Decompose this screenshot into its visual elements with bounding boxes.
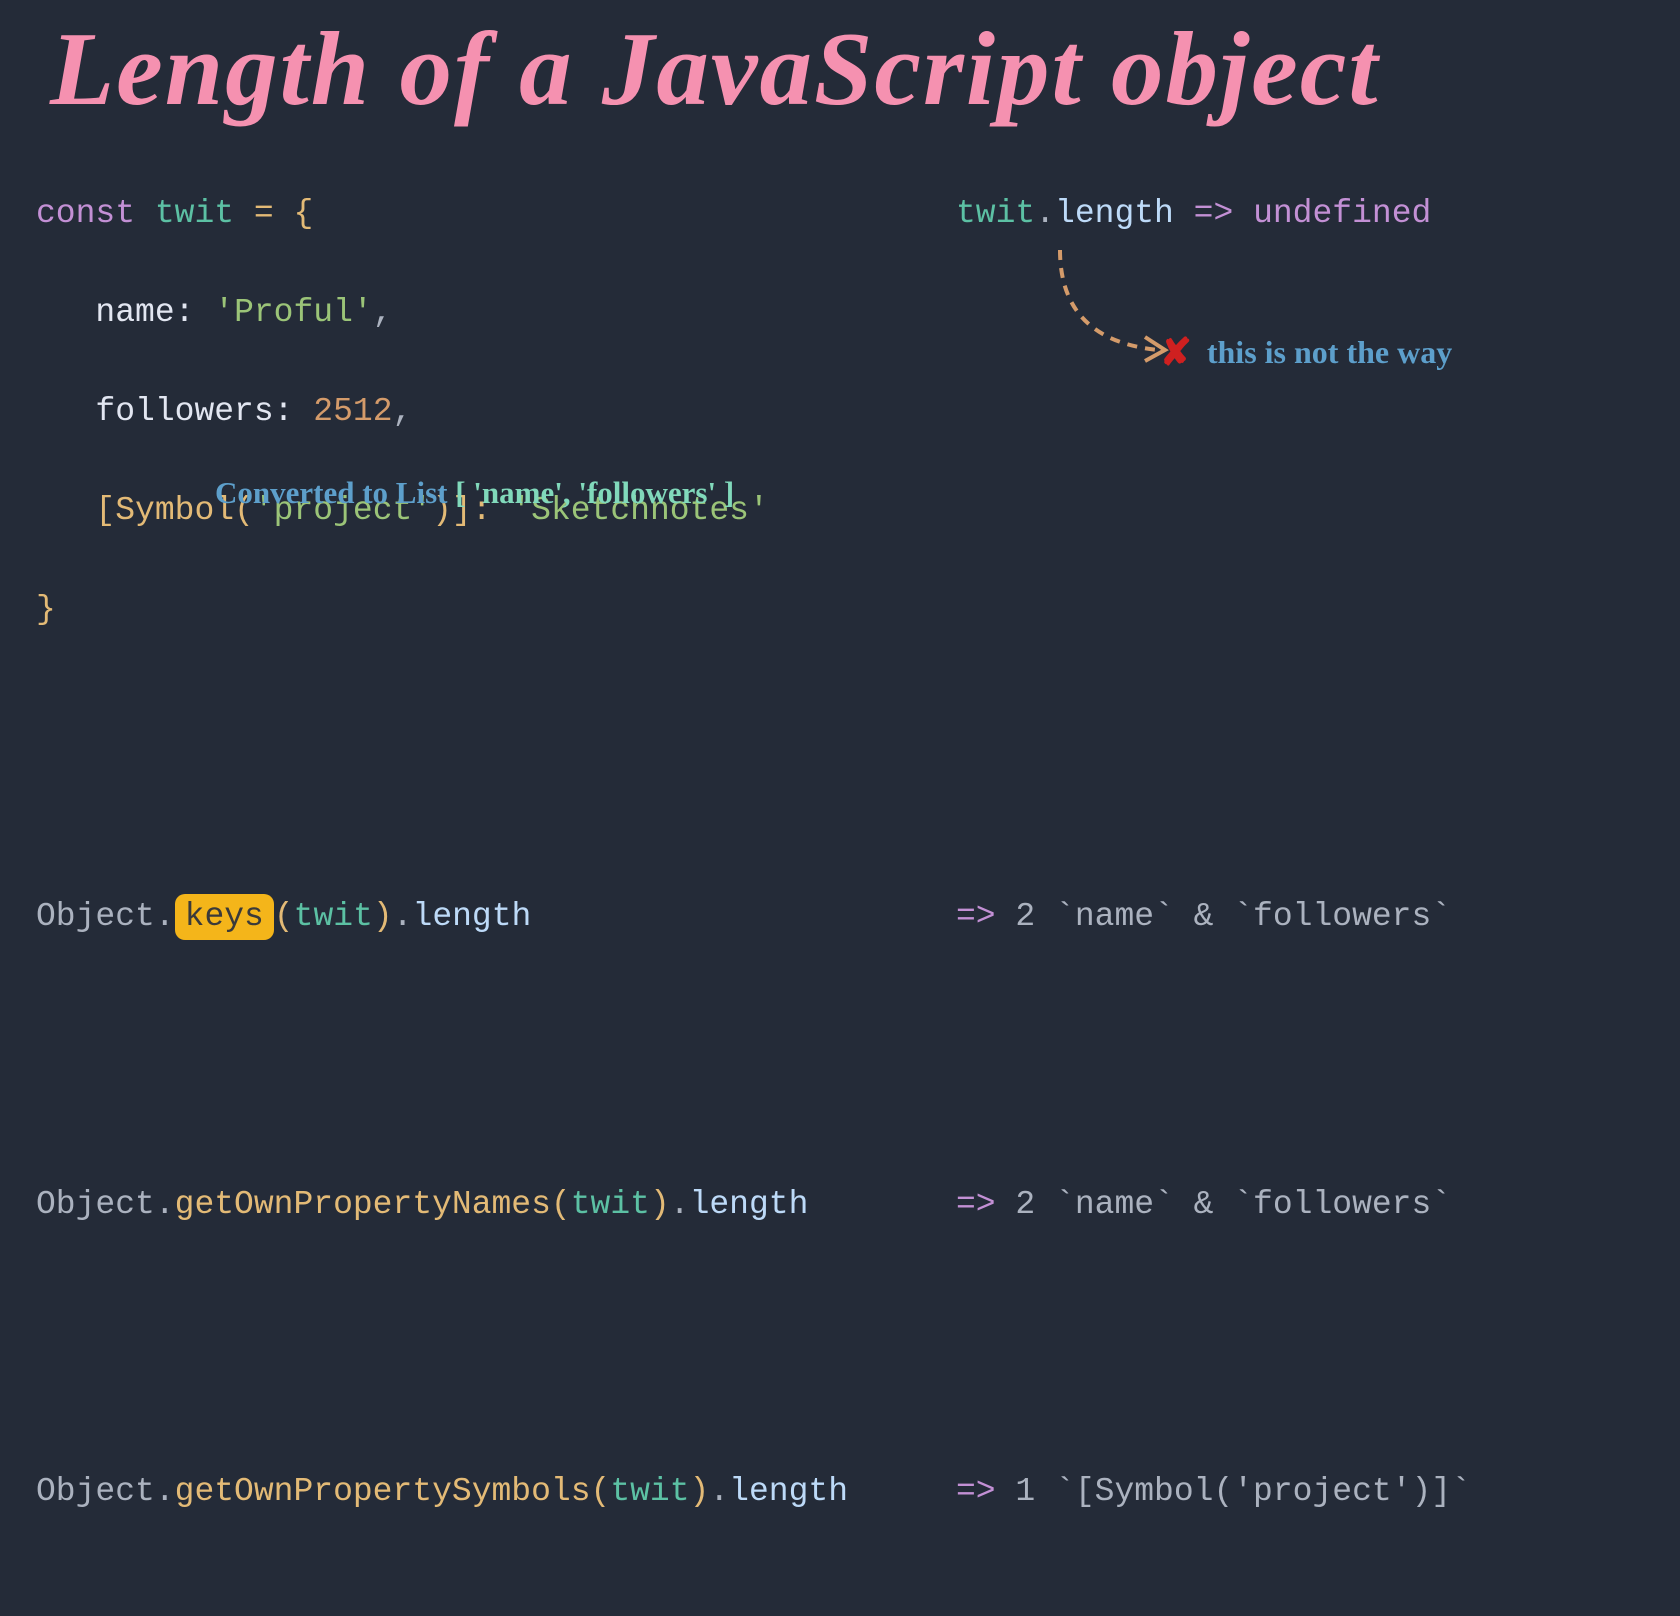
dot2b: .: [670, 1186, 690, 1223]
prop-name: name:: [95, 294, 194, 331]
annotation-converted: Converted to List [ 'name', 'followers' …: [215, 475, 734, 511]
sym-open: [: [95, 492, 115, 529]
length2: length: [690, 1186, 809, 1223]
p-close3: ): [690, 1473, 710, 1510]
length3: length: [729, 1473, 848, 1510]
ann-converted-text: Converted to List: [215, 475, 455, 510]
dot1b: .: [393, 898, 413, 935]
p-open2: (: [551, 1186, 571, 1223]
cross-icon: ✘: [1160, 330, 1192, 375]
p-open1: (: [274, 898, 294, 935]
dot: .: [1035, 195, 1055, 232]
p-open3: (: [591, 1473, 611, 1510]
result2: 2 `name` & `followers`: [1015, 1186, 1451, 1223]
twit-arg1: twit: [294, 898, 373, 935]
val-followers: 2512: [313, 393, 392, 430]
keyword-const: const: [36, 195, 135, 232]
twit-ref: twit: [956, 195, 1035, 232]
var-twit: twit: [155, 195, 234, 232]
comma1: ,: [373, 294, 393, 331]
object-ref-2: Object: [36, 1186, 155, 1223]
twit-arg3: twit: [610, 1473, 689, 1510]
arrow2: =>: [956, 1186, 1015, 1223]
dot3: .: [155, 1473, 175, 1510]
get-own-prop-names: getOwnPropertyNames: [175, 1186, 551, 1223]
dot3b: .: [709, 1473, 729, 1510]
open-brace: {: [293, 195, 313, 232]
prop-followers: followers:: [95, 393, 293, 430]
arrow1: =>: [956, 898, 1015, 935]
p-close1: ): [373, 898, 393, 935]
object-ref-3: Object: [36, 1473, 155, 1510]
ann-notway-text: this is not the way: [1207, 334, 1452, 371]
ann-list: [ 'name', 'followers' ]: [455, 475, 734, 510]
arrow: =>: [1174, 195, 1253, 232]
result1: 2 `name` & `followers`: [1015, 898, 1451, 935]
twit-arg2: twit: [571, 1186, 650, 1223]
undefined: undefined: [1253, 195, 1431, 232]
length-prop: length: [1055, 195, 1174, 232]
eq: =: [234, 195, 293, 232]
val-name: 'Proful': [214, 294, 372, 331]
object-ref-1: Object: [36, 898, 155, 935]
p-close2: ): [650, 1186, 670, 1223]
get-own-prop-symbols: getOwnPropertySymbols: [175, 1473, 591, 1510]
length1: length: [413, 898, 532, 935]
close-brace: }: [36, 591, 56, 628]
comma2: ,: [393, 393, 413, 430]
result3: 1 `[Symbol('project')]`: [1015, 1473, 1470, 1510]
page-title: Length of a JavaScript object: [0, 0, 1680, 139]
dot2: .: [155, 1186, 175, 1223]
annotation-not-the-way: ✘ this is not the way: [1160, 330, 1452, 375]
arrow3: =>: [956, 1473, 1015, 1510]
keys-highlight: keys: [175, 894, 274, 940]
dot1: .: [155, 898, 175, 935]
